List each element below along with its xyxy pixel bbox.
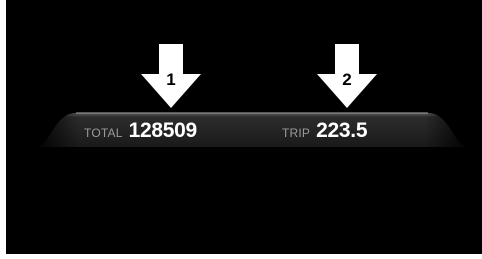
callout-number-2: 2	[342, 70, 352, 89]
trip-label: TRIP	[282, 126, 311, 140]
total-value: 128509	[128, 119, 198, 142]
instrument-display: 1 2 TOTAL 128509 TRIP 223.5	[6, 0, 482, 254]
callout-arrow-1: 1	[139, 44, 203, 108]
total-odometer: TOTAL 128509	[84, 119, 197, 143]
trip-value: 223.5	[316, 119, 368, 142]
odometer-bar: TOTAL 128509 TRIP 223.5	[36, 111, 468, 147]
callout-arrow-2: 2	[315, 44, 379, 108]
callout-number-1: 1	[166, 70, 176, 89]
trip-odometer: TRIP 223.5	[282, 119, 368, 143]
total-label: TOTAL	[84, 126, 123, 140]
